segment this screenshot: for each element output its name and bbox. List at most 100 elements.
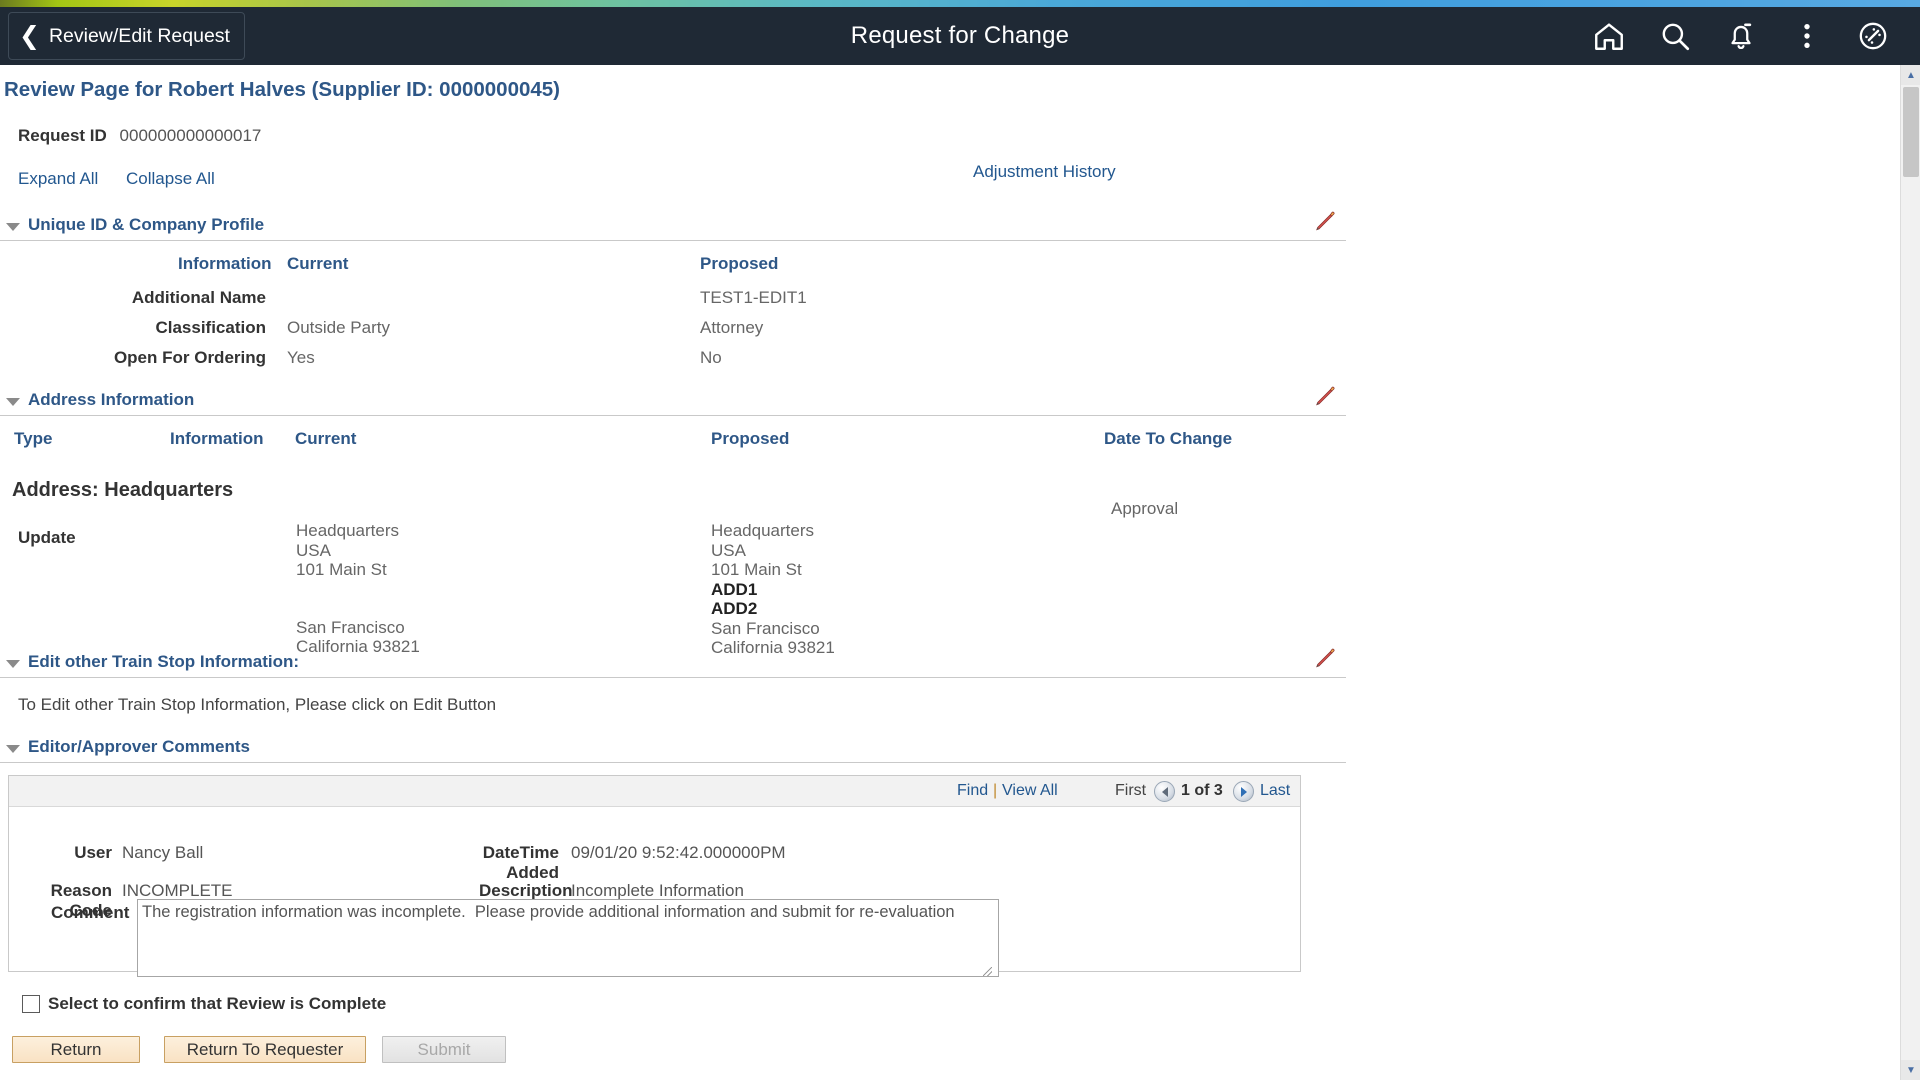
- section-header-comments: Editor/Approver Comments: [0, 737, 1900, 763]
- previous-row-icon[interactable]: [1154, 781, 1175, 802]
- col-header-proposed: Proposed: [700, 254, 778, 274]
- row-label: Additional Name: [0, 288, 266, 308]
- col-header-information: Information: [178, 254, 272, 274]
- page-content: Review Page for Robert Halves (Supplier …: [0, 65, 1900, 1080]
- expand-collapse-links: Expand All Collapse All Adjustment Histo…: [0, 169, 1900, 193]
- header-icon-group: [1592, 19, 1920, 53]
- collapse-caret-icon[interactable]: [6, 660, 20, 668]
- view-all-link[interactable]: View All: [1002, 782, 1058, 800]
- last-link[interactable]: Last: [1260, 782, 1290, 800]
- address-proposed-column: Headquarters USA 101 Main St ADD1 ADD2 S…: [711, 521, 835, 658]
- edit-pencil-icon[interactable]: [1312, 382, 1338, 408]
- section-title-address[interactable]: Address Information: [28, 390, 194, 410]
- request-id-row: Request ID 000000000000017: [18, 126, 1900, 146]
- first-link[interactable]: First: [1115, 782, 1146, 800]
- return-to-requester-button[interactable]: Return To Requester: [164, 1036, 366, 1063]
- spacer: [296, 599, 420, 618]
- accent-gradient-strip: [0, 0, 1920, 7]
- col-header-current: Current: [295, 429, 356, 449]
- address-detail-block: Approval Update Headquarters USA 101 Mai…: [0, 512, 1900, 642]
- user-label: User: [9, 843, 112, 863]
- collapse-caret-icon[interactable]: [6, 223, 20, 231]
- collapse-caret-icon[interactable]: [6, 745, 20, 753]
- comment-record: User Nancy Ball DateTime Added 09/01/20 …: [9, 807, 1300, 971]
- address-proposed-city: San Francisco: [711, 619, 835, 639]
- comment-label: Comment: [51, 903, 129, 923]
- home-icon[interactable]: [1592, 19, 1626, 53]
- table-row: Open For Ordering Yes No: [0, 348, 1900, 378]
- return-button[interactable]: Return: [12, 1036, 140, 1063]
- section-header-unique-id: Unique ID & Company Profile: [0, 215, 1900, 241]
- comments-grid: Find | View All First 1 of 3 Last User N…: [8, 775, 1301, 972]
- textarea-resize-grip[interactable]: [983, 967, 992, 976]
- address-proposed-added-line: ADD1: [711, 580, 835, 600]
- review-complete-checkbox[interactable]: [22, 995, 40, 1013]
- request-id-label: Request ID: [18, 126, 107, 145]
- comment-textarea[interactable]: [137, 899, 999, 977]
- request-id-value: 000000000000017: [120, 126, 262, 145]
- next-row-icon[interactable]: [1233, 781, 1254, 802]
- edit-pencil-icon[interactable]: [1312, 644, 1338, 670]
- address-current-line: USA: [296, 541, 420, 561]
- expand-all-link[interactable]: Expand All: [18, 169, 98, 189]
- address-proposed-line: Headquarters: [711, 521, 835, 541]
- row-current-value: Outside Party: [287, 318, 390, 338]
- row-label: Classification: [0, 318, 266, 338]
- edit-pencil-icon[interactable]: [1312, 207, 1338, 233]
- back-button-label: Review/Edit Request: [49, 25, 230, 48]
- unique-id-rows: Additional Name TEST1-EDIT1 Classificati…: [0, 288, 1900, 378]
- address-proposed-line: 101 Main St: [711, 560, 835, 580]
- address-group-title: Address: Headquarters: [12, 479, 1900, 502]
- reason-code-value: INCOMPLETE: [122, 881, 233, 901]
- scrollbar-thumb[interactable]: [1903, 87, 1919, 177]
- col-header-proposed: Proposed: [711, 429, 789, 449]
- address-current-line: 101 Main St: [296, 560, 420, 580]
- address-column-headers: Type Information Current Proposed Date T…: [0, 429, 1900, 455]
- submit-button: Submit: [382, 1036, 506, 1063]
- address-date-to-change-value: Approval: [1111, 499, 1178, 519]
- description-value: Incomplete Information: [571, 881, 744, 901]
- find-link[interactable]: Find: [957, 782, 988, 800]
- collapse-caret-icon[interactable]: [6, 398, 20, 406]
- section-divider: [0, 415, 1346, 416]
- section-header-train-stop: Edit other Train Stop Information:: [0, 652, 1900, 678]
- col-header-type: Type: [14, 429, 52, 449]
- action-button-row: Return Return To Requester Submit: [12, 1036, 1900, 1066]
- train-stop-note: To Edit other Train Stop Information, Pl…: [18, 695, 1900, 715]
- user-value: Nancy Ball: [122, 843, 203, 863]
- datetime-added-value: 09/01/20 9:52:42.000000PM: [571, 843, 786, 863]
- scroll-up-arrow-icon[interactable]: ▲: [1901, 65, 1920, 85]
- address-type-label: Update: [18, 528, 76, 548]
- back-chevron-icon: ❮: [19, 24, 40, 49]
- grid-navigation-bar: Find | View All First 1 of 3 Last: [9, 776, 1300, 807]
- navbar-compass-icon[interactable]: [1856, 19, 1890, 53]
- row-proposed-value: No: [700, 348, 722, 368]
- collapse-all-link[interactable]: Collapse All: [126, 169, 215, 189]
- section-divider: [0, 677, 1346, 678]
- notification-bell-icon[interactable]: [1724, 19, 1758, 53]
- spacer: [296, 580, 420, 599]
- section-title-unique-id[interactable]: Unique ID & Company Profile: [28, 215, 264, 235]
- address-proposed-added-line: ADD2: [711, 599, 835, 619]
- section-divider: [0, 240, 1346, 241]
- section-header-address: Address Information: [0, 390, 1900, 416]
- back-button[interactable]: ❮ Review/Edit Request: [8, 12, 245, 60]
- address-current-column: Headquarters USA 101 Main St San Francis…: [296, 521, 420, 657]
- col-header-information: Information: [170, 429, 264, 449]
- section-title-train-stop[interactable]: Edit other Train Stop Information:: [28, 652, 299, 672]
- scroll-down-arrow-icon[interactable]: ▼: [1901, 1060, 1920, 1080]
- search-icon[interactable]: [1658, 19, 1692, 53]
- table-row: Additional Name TEST1-EDIT1: [0, 288, 1900, 318]
- review-page-title: Review Page for Robert Halves (Supplier …: [0, 65, 1900, 102]
- adjustment-history-link[interactable]: Adjustment History: [973, 162, 1116, 182]
- row-proposed-value: Attorney: [700, 318, 763, 338]
- unique-id-column-headers: Information Current Proposed: [0, 254, 1900, 280]
- table-row: Classification Outside Party Attorney: [0, 318, 1900, 348]
- review-complete-row: Select to confirm that Review is Complet…: [22, 994, 1900, 1020]
- page-scrollbar[interactable]: ▲ ▼: [1900, 65, 1920, 1080]
- actions-menu-icon[interactable]: [1790, 19, 1824, 53]
- col-header-date-to-change: Date To Change: [1104, 429, 1232, 449]
- section-title-comments[interactable]: Editor/Approver Comments: [28, 737, 250, 757]
- nav-separator: |: [993, 782, 997, 800]
- app-header: ❮ Review/Edit Request Request for Change: [0, 7, 1920, 65]
